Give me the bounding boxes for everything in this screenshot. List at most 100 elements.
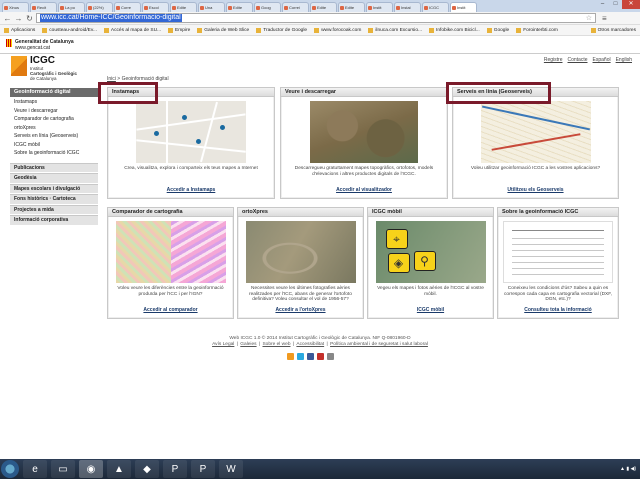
menu-icon[interactable]: ≡ (602, 14, 607, 23)
browser-tab[interactable]: Correi (282, 2, 309, 12)
forward-icon[interactable]: → (14, 14, 23, 23)
ps-icon[interactable]: P (163, 460, 187, 478)
spanish-link[interactable]: Español (593, 57, 611, 63)
bookmark-item[interactable]: ilnuca.com Excursio... (368, 27, 422, 33)
maximize-icon[interactable]: □ (609, 0, 622, 9)
sidebar-item-mobil[interactable]: ICGC mòbil (10, 141, 98, 150)
aerial-photo-thumbnail[interactable] (310, 101, 418, 163)
sidebar-item-sobre[interactable]: Sobre la geoinformació ICGC (10, 149, 98, 158)
gencat-header[interactable]: Generalitat de Catalunya www.gencat.cat (6, 39, 74, 51)
card-sobre-geoinformacio: Sobre la geoinformació ICGC Coneixeu les… (497, 207, 619, 319)
google-icon (486, 27, 492, 33)
map-pin-icon: ⌖ (385, 229, 408, 249)
ortoxpres-thumbnail[interactable] (245, 221, 356, 283)
geoserveis-link[interactable]: Utilitzeu els Geoserveis (453, 187, 618, 193)
rss-icon[interactable] (287, 353, 294, 360)
sobre-link[interactable]: Consulteu tota la informació (498, 307, 618, 313)
start-button[interactable] (1, 460, 19, 478)
other-bookmarks[interactable]: Otros marcadores (590, 27, 636, 33)
footer-link-politica[interactable]: Política ambiental i de seguretat i salu… (330, 342, 428, 347)
icgc-logo-icon (11, 56, 27, 76)
mobil-link[interactable]: ICGC mòbil (368, 307, 493, 313)
browser-tab[interactable]: Instit (366, 2, 393, 12)
browser-tab[interactable]: Escol (142, 2, 169, 12)
minimize-icon[interactable]: – (596, 0, 609, 9)
browser-tab[interactable]: Instal (394, 2, 421, 12)
sidebar-item-comparador[interactable]: Comparador de cartografia (10, 115, 98, 124)
close-icon[interactable]: ✕ (622, 0, 640, 9)
sidebar-item-instamaps[interactable]: Instamaps (10, 98, 98, 107)
bookmark-item[interactable]: Google (486, 27, 509, 33)
sidebar-item-ortoxpres[interactable]: ortoXpres (10, 124, 98, 133)
browser-tab[interactable]: Edite (338, 2, 365, 12)
ortoxpres-link[interactable]: Accedir a l'ortoXpres (238, 307, 363, 313)
app-icon[interactable]: ◆ (135, 460, 159, 478)
ie-icon[interactable]: e (23, 460, 47, 478)
footer-link-accessibilitat[interactable]: Accessibilitat (296, 342, 324, 347)
bookmark-item[interactable]: Accés al mapa de SU... (103, 27, 161, 33)
sidebar-item-veure[interactable]: Veure i descarregar (10, 107, 98, 116)
bookmark-item[interactable]: Infobike.com Bicicl... (428, 27, 480, 33)
bookmark-item[interactable]: Traductor de Google (256, 27, 307, 33)
sidebar-section-publicacions[interactable]: Publicacions (10, 162, 98, 172)
browser-tab[interactable]: Una (198, 2, 225, 12)
bookmark-item[interactable]: www.forocoak.com (314, 27, 361, 33)
address-bar[interactable]: www.icc.cat/Home-ICC/Geoinformacio-digit… (36, 13, 596, 23)
sidebar-section-fons-historics[interactable]: Fons històrics · Cartoteca (10, 194, 98, 204)
footer-link-galeies[interactable]: Galeies (240, 342, 256, 347)
sidebar-section-mapes-escolars[interactable]: Mapes escolars i divulgació (10, 183, 98, 193)
bookmark-item[interactable]: Empire (168, 27, 190, 33)
register-link[interactable]: Registre (544, 57, 563, 63)
browser-tab[interactable]: ICGC (422, 2, 449, 12)
browser-tab[interactable]: (22%) (86, 2, 113, 12)
flickr-icon[interactable] (327, 353, 334, 360)
page-icon (103, 27, 109, 33)
document-thumbnail[interactable] (503, 221, 613, 283)
address-url[interactable]: www.icc.cat/Home-ICC/Geoinformacio-digit… (40, 14, 182, 22)
mobil-thumbnail[interactable]: ⌖ ◈ ⚲ (375, 221, 486, 283)
visualitzador-link[interactable]: Accedir al visualitzador (281, 187, 447, 193)
footer-link-avis-legal[interactable]: Avís Legal (212, 342, 234, 347)
logo-subtitle: de Catalunya (30, 76, 57, 81)
bookmark-item[interactable]: Galeria de Web Slice (197, 27, 249, 33)
bookmark-item[interactable]: Aplicacions (4, 27, 35, 33)
word-icon[interactable]: W (219, 460, 243, 478)
browser-tab-active[interactable]: Instit (450, 2, 477, 12)
contact-link[interactable]: Contacte (568, 57, 588, 63)
folder-icon[interactable]: ▭ (51, 460, 75, 478)
browser-tab[interactable]: La po (58, 2, 85, 12)
sidebar-header[interactable]: Geoinformació digital (10, 88, 98, 97)
topo-map-thumbnail[interactable] (480, 101, 591, 163)
sidebar-item-geoserveis[interactable]: Serveis en línia (Geoserveis) (10, 132, 98, 141)
browser-tab[interactable]: Xinus (2, 2, 29, 12)
comparador-thumbnail[interactable] (115, 221, 226, 283)
facebook-icon[interactable] (307, 353, 314, 360)
twitter-icon[interactable] (297, 353, 304, 360)
highlight-box-geoserveis (446, 82, 551, 104)
browser-tab[interactable]: Goog (254, 2, 281, 12)
browser-tab[interactable]: Edite (226, 2, 253, 12)
bookmark-item[interactable]: Forointerbti.com (516, 27, 558, 33)
instamaps-thumbnail[interactable] (136, 101, 246, 163)
browser-tab[interactable]: Recit (30, 2, 57, 12)
reload-icon[interactable]: ↻ (25, 14, 34, 23)
bookmark-star-icon[interactable]: ☆ (586, 14, 592, 22)
sidebar-section-informacio[interactable]: Informació corporativa (10, 215, 98, 225)
ps2-icon[interactable]: P (191, 460, 215, 478)
footer-link-sobre-web[interactable]: Sobre el web (262, 342, 290, 347)
chrome-icon[interactable]: ◉ (79, 460, 103, 478)
vlc-icon[interactable]: ▲ (107, 460, 131, 478)
back-icon[interactable]: ← (3, 14, 12, 23)
sidebar-section-geodesia[interactable]: Geodèsia (10, 173, 98, 183)
browser-tab[interactable]: Edite (310, 2, 337, 12)
browser-tab[interactable]: Corre (114, 2, 141, 12)
youtube-icon[interactable] (317, 353, 324, 360)
english-link[interactable]: English (616, 57, 632, 63)
system-tray[interactable]: ▲ ▮ ◀) (620, 466, 636, 472)
bookmark-item[interactable]: cousteau-android/Ev... (42, 27, 97, 33)
sidebar-section-projectes[interactable]: Projectes a mida (10, 204, 98, 214)
browser-tab[interactable]: Edite (170, 2, 197, 12)
icgc-logo[interactable]: ICGC Institut Cartogràfic i Geològic de … (11, 56, 77, 81)
comparador-link[interactable]: Accedir al comparador (108, 307, 233, 313)
instamaps-link[interactable]: Accedir a Instamaps (108, 187, 274, 193)
